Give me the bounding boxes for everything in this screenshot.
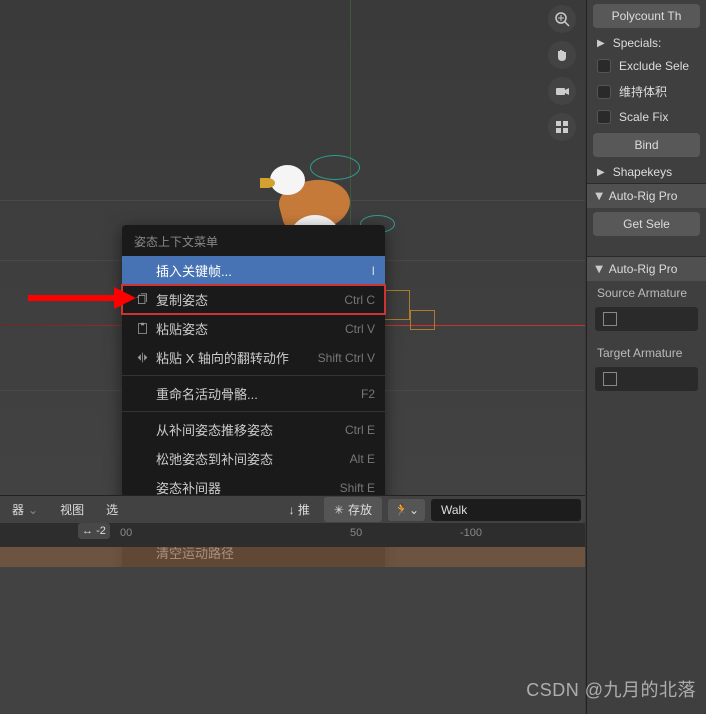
check-label: Scale Fix [619,110,668,124]
action-browse-button[interactable]: 🏃⌄ [388,499,425,521]
specials-row[interactable]: ▶ Specials: [587,32,706,54]
ruler-tick: -100 [460,527,482,539]
menu-view[interactable]: 视图 [52,498,92,521]
menu-item-shortcut: I [372,264,375,278]
object-icon [603,312,617,326]
flip-icon [132,351,152,364]
shapekeys-label: Shapekeys [613,165,672,179]
action-name-input[interactable]: Walk [431,499,581,521]
character-head [270,165,305,195]
check-label: Exclude Sele [619,59,689,73]
chevron-down-icon: ▶ [593,265,604,273]
chevron-right-icon: ▶ [597,38,605,49]
paste-icon [132,322,152,335]
grid-icon[interactable] [548,113,576,141]
menu-item-shortcut: Ctrl C [344,293,375,307]
object-icon [603,372,617,386]
menu-item[interactable]: 松弛姿态到补间姿态Alt E [122,444,385,473]
menu-item[interactable]: 插入关键帧...I [122,256,385,285]
watermark: CSDN @九月的北落 [526,676,696,702]
chevron-right-icon: ▶ [597,167,605,178]
ruler-tick: 00 [120,527,132,539]
snowflake-icon: ✳ [334,503,344,517]
menu-item[interactable]: 粘贴 X 轴向的翻转动作Shift Ctrl V [122,343,385,372]
scrub-handle[interactable]: ↔ -2 [78,523,110,539]
menu-item-shortcut: Shift E [340,481,375,495]
character-beak [260,178,275,188]
push-label: 推 [298,503,310,517]
menu-item-label: 复制姿态 [156,290,344,309]
rig-control[interactable] [410,310,435,330]
menu-item-label: 从补间姿态推移姿态 [156,420,345,439]
header-label: Auto-Rig Pro [609,189,678,203]
scale-fix-checkbox[interactable]: Scale Fix [587,105,706,129]
camera-icon[interactable] [548,77,576,105]
chevron-down-icon: ▶ [593,192,604,200]
ruler-tick: 50 [350,527,362,539]
menu-item-shortcut: Ctrl V [345,322,375,336]
scrub-icon: ↔ [82,525,93,537]
timeline-header: 器 视图 选 ↓ 推 ✳ 存放 🏃⌄ Walk [0,495,585,523]
source-armature-label: Source Armature [587,281,706,305]
specials-label: Specials: [613,36,662,50]
menu-title: 姿态上下文菜单 [122,227,385,256]
bind-button[interactable]: Bind [593,133,700,157]
push-down-button[interactable]: ↓ 推 [281,498,318,521]
frame-value: -2 [96,525,106,537]
menu-item-shortcut: Shift Ctrl V [318,351,375,365]
stash-button[interactable]: ✳ 存放 [324,497,382,522]
target-armature-label: Target Armature [587,341,706,365]
shapekeys-row[interactable]: ▶ Shapekeys [587,161,706,183]
maintain-volume-checkbox[interactable]: 维持体积 [587,78,706,105]
hand-icon[interactable] [548,41,576,69]
menu-separator [122,411,385,412]
exclude-select-checkbox[interactable]: Exclude Sele [587,54,706,78]
polycount-button[interactable]: Polycount Th [593,4,700,28]
editor-type-dropdown[interactable]: 器 [4,498,46,521]
menu-item-label: 重命名活动骨骼... [156,384,361,403]
source-armature-field[interactable] [595,307,698,331]
annotation-arrow [28,295,118,301]
panel-header-autorig1[interactable]: ▶ Auto-Rig Pro [587,183,706,208]
rig-control[interactable] [310,155,360,180]
get-select-button[interactable]: Get Sele [593,212,700,236]
timeline-area[interactable] [0,567,585,714]
menu-item-shortcut: Ctrl E [345,423,375,437]
menu-separator [122,375,385,376]
header-label: Auto-Rig Pro [609,262,678,276]
timeline-ruler[interactable]: ↔ -2 00 -100 -50 50 [0,523,585,547]
stash-label: 存放 [348,501,372,518]
check-label: 维持体积 [619,83,667,100]
menu-select[interactable]: 选 [98,498,126,521]
menu-item-shortcut: Alt E [350,452,375,466]
timeline-track[interactable] [0,547,585,567]
menu-item[interactable]: 复制姿态Ctrl C [122,285,385,314]
side-panel: Polycount Th ▶ Specials: Exclude Sele 维持体… [586,0,706,714]
menu-item-label: 插入关键帧... [156,261,372,280]
menu-item-label: 粘贴 X 轴向的翻转动作 [156,348,318,367]
menu-item[interactable]: 重命名活动骨骼...F2 [122,379,385,408]
menu-item[interactable]: 从补间姿态推移姿态Ctrl E [122,415,385,444]
menu-item[interactable]: 粘贴姿态Ctrl V [122,314,385,343]
zoom-icon[interactable] [548,5,576,33]
menu-item-label: 粘贴姿态 [156,319,345,338]
menu-item-shortcut: F2 [361,387,375,401]
view-tools [548,5,576,141]
panel-header-autorig2[interactable]: ▶ Auto-Rig Pro [587,256,706,281]
menu-item-label: 松弛姿态到补间姿态 [156,449,350,468]
target-armature-field[interactable] [595,367,698,391]
